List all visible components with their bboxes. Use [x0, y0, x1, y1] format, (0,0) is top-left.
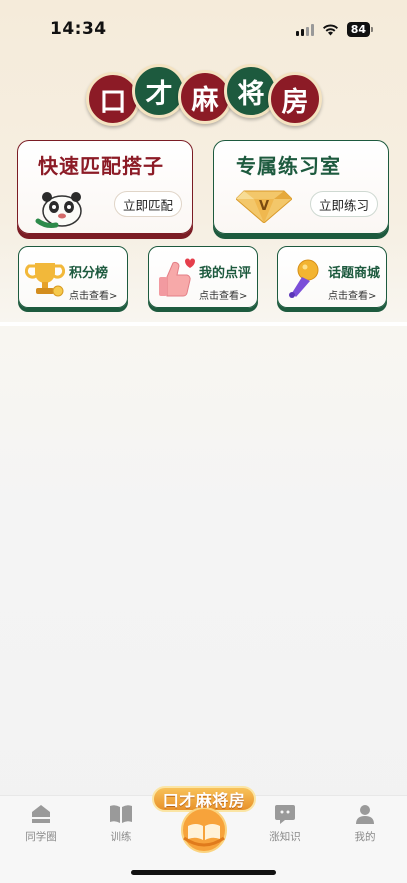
battery-level: 84: [346, 22, 370, 37]
tab-classmates[interactable]: 同学圈: [6, 802, 76, 844]
book-bowl-icon: [181, 808, 227, 853]
panda-icon: [35, 192, 82, 228]
tab-training[interactable]: 训练: [86, 802, 156, 844]
chat-icon: [275, 805, 295, 824]
practice-room-title: 专属练习室: [236, 154, 341, 178]
thumbs-up-icon: [159, 258, 195, 297]
leaderboard-link[interactable]: 点击查看>: [69, 287, 117, 302]
topic-mall-link[interactable]: 点击查看>: [328, 287, 376, 302]
tab-me[interactable]: 我的: [330, 802, 400, 844]
status-bar: 14:34 84: [0, 0, 407, 54]
tab-mahjong-room[interactable]: 口才麻将房: [150, 786, 258, 866]
practice-button[interactable]: 立即练习: [310, 191, 378, 217]
microphone-icon: [289, 259, 319, 298]
wifi-icon: [322, 23, 339, 36]
svg-text:V: V: [259, 199, 269, 214]
quick-match-card[interactable]: 快速匹配搭子 立即匹配: [17, 140, 193, 234]
tab-label: 同学圈: [25, 831, 57, 843]
section-divider: [0, 322, 407, 326]
status-time: 14:34: [50, 19, 107, 39]
leaderboard-card[interactable]: 积分榜 点击查看>: [18, 246, 128, 308]
home-indicator: [131, 870, 276, 875]
my-reviews-link[interactable]: 点击查看>: [199, 287, 247, 302]
my-reviews-card[interactable]: 我的点评 点击查看>: [148, 246, 258, 308]
tab-label: 训练: [110, 831, 132, 843]
status-icons: 84: [295, 22, 373, 37]
topic-mall-title: 话题商城: [328, 266, 381, 281]
quick-match-button[interactable]: 立即匹配: [114, 191, 182, 217]
trophy-icon: [25, 263, 65, 297]
page-title: 口 才 麻 将 房: [86, 64, 322, 128]
title-tile: 口: [86, 72, 140, 126]
my-reviews-title: 我的点评: [199, 266, 252, 281]
tab-label: 我的: [354, 831, 376, 843]
tab-knowledge[interactable]: 涨知识: [250, 802, 320, 844]
topic-mall-card[interactable]: 话题商城 点击查看>: [277, 246, 387, 308]
quick-match-title: 快速匹配搭子: [38, 154, 164, 178]
cellular-signal-icon: [295, 23, 314, 36]
battery-icon: 84: [346, 22, 373, 37]
home-icon: [32, 805, 50, 823]
user-icon: [356, 805, 374, 824]
tab-label: 涨知识: [269, 831, 301, 843]
book-icon: [110, 805, 132, 823]
title-tile: 房: [268, 72, 322, 126]
practice-room-card[interactable]: 专属练习室 V 立即练习: [213, 140, 389, 234]
leaderboard-title: 积分榜: [69, 266, 109, 281]
diamond-v-icon: V: [236, 190, 292, 223]
